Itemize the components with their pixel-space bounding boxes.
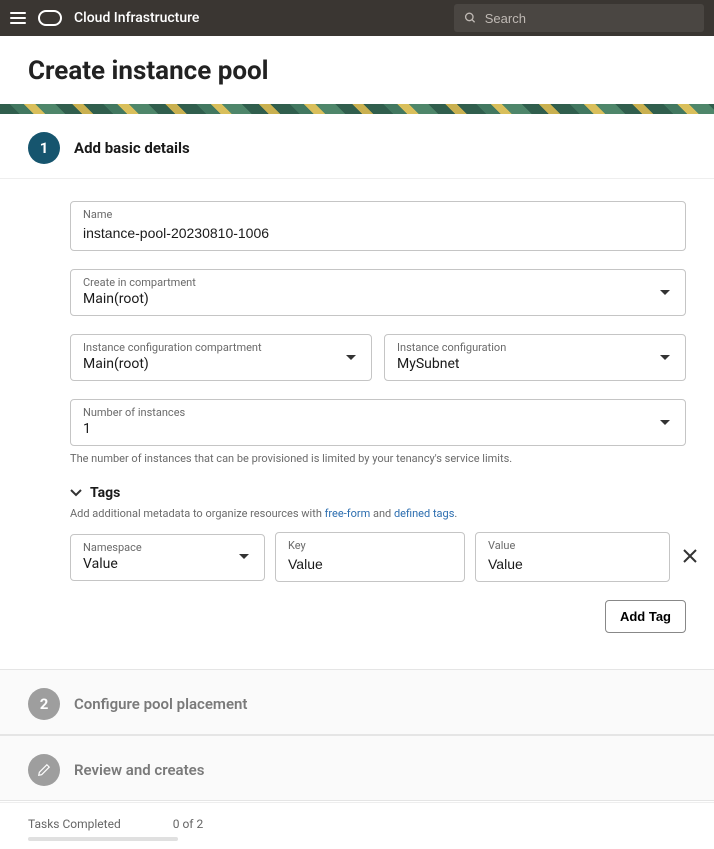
top-bar: Cloud Infrastructure <box>0 0 714 36</box>
tag-namespace-label: Namespace <box>83 541 224 554</box>
oracle-logo-icon <box>38 10 62 26</box>
num-instances-field[interactable]: Number of instances 1 <box>70 399 686 446</box>
add-tag-button[interactable]: Add Tag <box>605 600 686 633</box>
pencil-icon <box>37 763 51 777</box>
step-2-title: Configure pool placement <box>74 695 247 713</box>
instance-config-compartment-value: Main(root) <box>83 356 331 372</box>
compartment-label: Create in compartment <box>83 276 645 289</box>
num-instances-value: 1 <box>83 421 645 437</box>
chevron-down-icon <box>70 488 82 498</box>
tag-key-label: Key <box>288 539 452 552</box>
brand-name: Cloud Infrastructure <box>74 10 199 26</box>
name-input[interactable] <box>83 225 673 241</box>
instance-config-value: MySubnet <box>397 356 645 372</box>
chevron-down-icon <box>659 419 671 427</box>
tags-toggle[interactable]: Tags <box>70 485 686 501</box>
remove-tag-icon[interactable] <box>680 545 700 569</box>
name-field[interactable]: Name <box>70 201 686 251</box>
review-badge <box>28 754 60 786</box>
search-icon <box>464 11 477 25</box>
tasks-completed-label: Tasks Completed <box>28 817 121 831</box>
progress-bar <box>28 837 178 841</box>
hamburger-menu-icon[interactable] <box>10 12 26 24</box>
step-1-title: Add basic details <box>74 139 190 157</box>
search-box[interactable] <box>454 4 704 32</box>
step-1-form: Name Create in compartment Main(root) In… <box>0 179 714 669</box>
compartment-value: Main(root) <box>83 291 645 307</box>
step-2-badge: 2 <box>28 688 60 720</box>
page-title-bar: Create instance pool <box>0 36 714 104</box>
tag-value-input[interactable] <box>488 556 657 572</box>
step-3-header[interactable]: Review and creates <box>0 735 714 801</box>
tag-value-field[interactable]: Value <box>475 532 670 582</box>
instance-config-compartment-field[interactable]: Instance configuration compartment Main(… <box>70 334 372 381</box>
chevron-down-icon <box>659 289 671 297</box>
tag-key-field[interactable]: Key <box>275 532 465 582</box>
freeform-link[interactable]: free-form <box>325 507 371 520</box>
tag-key-input[interactable] <box>288 556 452 572</box>
instance-config-label: Instance configuration <box>397 341 645 354</box>
tag-row: Namespace Value Key Value <box>70 532 686 582</box>
chevron-down-icon <box>345 354 357 362</box>
step-2-header[interactable]: 2 Configure pool placement <box>0 669 714 735</box>
page-title: Create instance pool <box>28 56 686 86</box>
instance-config-compartment-label: Instance configuration compartment <box>83 341 331 354</box>
step-3-title: Review and creates <box>74 761 204 779</box>
name-label: Name <box>83 208 673 221</box>
compartment-field[interactable]: Create in compartment Main(root) <box>70 269 686 316</box>
tag-namespace-field[interactable]: Namespace Value <box>70 534 265 581</box>
tags-title: Tags <box>90 485 120 501</box>
decorative-strip <box>0 104 714 114</box>
defined-tags-link[interactable]: defined tags <box>394 507 454 520</box>
step-1-badge: 1 <box>28 132 60 164</box>
instance-config-field[interactable]: Instance configuration MySubnet <box>384 334 686 381</box>
tags-description: Add additional metadata to organize reso… <box>70 507 686 520</box>
tasks-completed-count: 0 of 2 <box>173 817 203 831</box>
chevron-down-icon <box>238 553 250 561</box>
footer: Tasks Completed 0 of 2 <box>0 802 714 849</box>
num-instances-label: Number of instances <box>83 406 645 419</box>
tag-value-label: Value <box>488 539 657 552</box>
chevron-down-icon <box>659 354 671 362</box>
tag-namespace-value: Value <box>83 556 224 572</box>
num-instances-helper: The number of instances that can be prov… <box>70 452 686 465</box>
search-input[interactable] <box>485 11 694 26</box>
step-1-header[interactable]: 1 Add basic details <box>0 114 714 179</box>
